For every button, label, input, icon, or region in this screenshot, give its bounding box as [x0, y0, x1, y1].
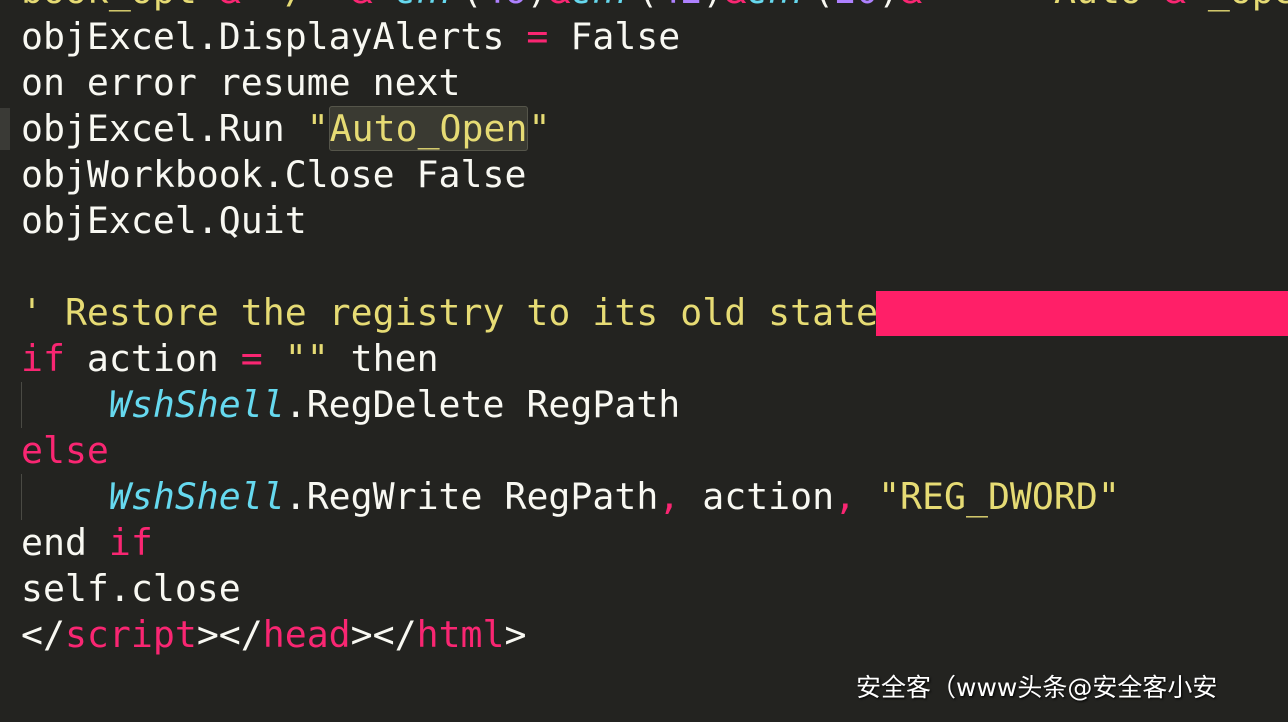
code-token: ></	[196, 613, 263, 656]
code-line[interactable]: objExcel.Run "Auto_Open"	[21, 106, 1288, 152]
code-token: &	[900, 0, 922, 12]
code-token: (	[636, 0, 658, 12]
code-token: ' Restore the registry to its old state	[21, 291, 879, 334]
code-token: 46	[483, 0, 527, 12]
watermark: 安全客（www头条@安全客小安	[856, 673, 1218, 702]
redaction-bar	[876, 291, 1288, 336]
code-token: objExcel.Run	[21, 107, 307, 150]
code-token: script	[64, 613, 197, 656]
code-token: WshShell	[108, 475, 285, 518]
code-token: .RegWrite RegPath	[284, 475, 659, 518]
current-line-marker	[0, 108, 10, 150]
code-token: objExcel.DisplayAlerts	[21, 15, 527, 58]
code-token: 20	[834, 0, 878, 12]
code-token: )	[878, 0, 900, 12]
code-line[interactable]: self.close	[21, 566, 1288, 612]
highlighted-token: Auto_Open	[328, 106, 529, 151]
code-token: "/"	[263, 0, 329, 12]
code-token: .RegDelete RegPath	[284, 383, 681, 426]
code-token: "REG_DWORD"	[878, 475, 1120, 518]
code-line[interactable]: on error resume next	[21, 60, 1288, 106]
code-token: &	[1142, 0, 1208, 12]
indent-guide	[21, 474, 22, 520]
code-token: head	[262, 613, 351, 656]
code-token: WshShell	[108, 383, 285, 426]
code-token: (	[461, 0, 483, 12]
code-token: &	[548, 0, 570, 12]
code-token: ,	[658, 475, 681, 518]
code-token: &	[329, 0, 395, 12]
code-token: "Auto	[1032, 0, 1142, 12]
code-token: ""	[284, 337, 329, 380]
code-line[interactable]	[21, 244, 1288, 290]
code-token: html	[416, 613, 505, 656]
code-token: if	[108, 521, 153, 564]
code-token: >	[504, 613, 527, 656]
code-token: &	[197, 0, 263, 12]
code-line[interactable]: WshShell.RegDelete RegPath	[21, 382, 1288, 428]
code-token: (	[812, 0, 834, 12]
code-token: "	[528, 107, 551, 150]
code-line[interactable]: objExcel.DisplayAlerts = False	[21, 14, 1288, 60]
code-token: False	[548, 15, 681, 58]
code-token: then	[328, 337, 439, 380]
code-token: chr	[746, 0, 812, 12]
code-line[interactable]: objWorkbook.Close False	[21, 152, 1288, 198]
code-token: on error resume next	[21, 61, 461, 104]
code-line[interactable]: </script></head></html>	[21, 612, 1288, 658]
code-token: chr	[570, 0, 636, 12]
indent-guide	[21, 382, 22, 428]
code-token: 42	[658, 0, 702, 12]
code-token: =	[240, 337, 263, 380]
code-line[interactable]: if action = "" then	[21, 336, 1288, 382]
code-line[interactable]: objExcel.Quit	[21, 198, 1288, 244]
code-token: ,	[834, 475, 857, 518]
code-token: action	[64, 337, 241, 380]
code-token: _open"	[1208, 0, 1288, 12]
code-token: chr	[395, 0, 461, 12]
code-token: )	[527, 0, 549, 12]
code-token: book_opt	[21, 0, 197, 12]
code-line[interactable]: else	[21, 428, 1288, 474]
code-token: self.close	[21, 567, 241, 610]
code-token: =	[526, 15, 549, 58]
code-token: "	[306, 107, 329, 150]
code-token: end	[21, 521, 109, 564]
code-token: if	[21, 337, 65, 380]
code-token: action	[680, 475, 835, 518]
code-token: &	[724, 0, 746, 12]
code-line[interactable]: end if	[21, 520, 1288, 566]
code-line[interactable]: book_opt & "/" & chr(46)&chr(42)&chr(20)…	[21, 0, 1288, 14]
code-token: objWorkbook.Close False	[21, 153, 527, 196]
code-token: ></	[350, 613, 417, 656]
code-token: else	[21, 429, 109, 472]
code-line[interactable]: WshShell.RegWrite RegPath, action, "REG_…	[21, 474, 1288, 520]
code-token: objExcel.Quit	[21, 199, 307, 242]
code-token: )	[702, 0, 724, 12]
code-token: </	[21, 613, 65, 656]
